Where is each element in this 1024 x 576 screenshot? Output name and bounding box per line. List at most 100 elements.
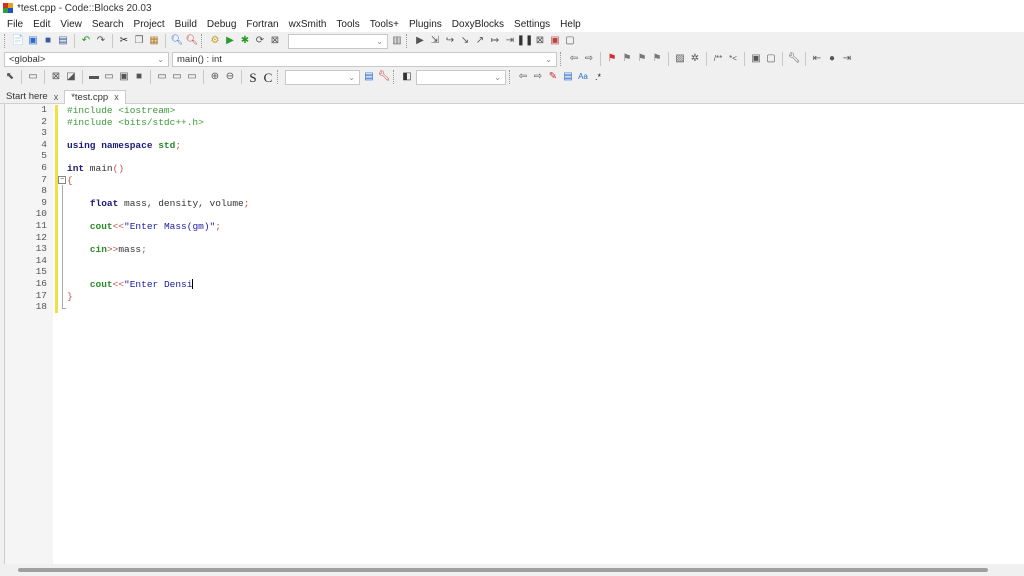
html-help-icon[interactable]: ▢	[765, 53, 777, 65]
toolbar-grip[interactable]	[4, 34, 7, 48]
goto-prev-icon[interactable]: ⇤	[811, 53, 823, 65]
align-bottom-icon[interactable]: ▣	[118, 71, 130, 83]
next-bookmark-icon[interactable]: ⚑	[636, 53, 648, 65]
highlight-icon[interactable]: ✎	[547, 71, 559, 83]
pause-icon[interactable]: ❚❚	[517, 35, 534, 47]
menu-build[interactable]: Build	[170, 19, 202, 30]
menu-view[interactable]: View	[55, 19, 87, 30]
match-case-icon[interactable]: Aa	[577, 71, 589, 83]
border-left-icon[interactable]: ▭	[156, 71, 168, 83]
static-box-icon[interactable]: ◪	[65, 71, 77, 83]
save-icon[interactable]: ■	[42, 35, 54, 47]
redo-icon[interactable]: ↷	[95, 35, 107, 47]
goto-marker-icon[interactable]: ●	[826, 53, 838, 65]
zoom-in-icon[interactable]: ⊕	[209, 71, 221, 83]
regex-icon[interactable]: .*	[592, 71, 604, 83]
copy-icon[interactable]: ❐	[133, 35, 145, 47]
search-files-icon[interactable]: ▤	[363, 71, 375, 83]
panel-icon[interactable]: ▭	[27, 71, 39, 83]
align-middle-icon[interactable]: ▭	[103, 71, 115, 83]
next-instruction-icon[interactable]: ↦	[489, 35, 501, 47]
open-icon[interactable]: ▣	[27, 35, 39, 47]
line-comment-icon[interactable]: *<	[727, 53, 739, 65]
step-instruction-icon[interactable]: ⇥	[504, 35, 516, 47]
new-file-icon[interactable]: 📄	[12, 35, 24, 47]
function-select[interactable]: main() : int ⌄	[172, 51, 557, 67]
zoom-out-icon[interactable]: ⊖	[224, 71, 236, 83]
incremental-search-input[interactable]: ⌄	[416, 69, 506, 85]
step-out-icon[interactable]: ↗	[474, 35, 486, 47]
rebuild-icon[interactable]: ⟳	[254, 35, 266, 47]
close-tab-icon[interactable]: x	[54, 92, 59, 102]
align-top-icon[interactable]: ▬	[88, 71, 100, 83]
jump-forward-icon[interactable]: ⇨	[583, 53, 595, 65]
close-tab-icon[interactable]: x	[114, 92, 119, 102]
search-options-icon[interactable]: 🔧︎	[378, 71, 391, 83]
menu-file[interactable]: File	[2, 19, 28, 30]
code-editor[interactable]: 1 2 3 4 5 6 7 8 9 10 11 12 13 14 15 16 17 18 − #include <…	[4, 104, 1024, 564]
cut-icon[interactable]: ✂	[118, 35, 130, 47]
s-button[interactable]: S	[247, 71, 259, 84]
doxyblocks-extract-icon[interactable]: ▨	[674, 53, 686, 65]
search-next-icon[interactable]: ⇨	[532, 71, 544, 83]
menu-wxsmith[interactable]: wxSmith	[284, 19, 332, 30]
menu-debug[interactable]: Debug	[202, 19, 241, 30]
toggle-bookmark-icon[interactable]: ⚑	[606, 53, 618, 65]
tab-test-cpp[interactable]: *test.cpp x	[64, 89, 126, 104]
border-right-icon[interactable]: ▭	[171, 71, 183, 83]
scope-select[interactable]: <global> ⌄	[4, 51, 169, 67]
menu-help[interactable]: Help	[555, 19, 586, 30]
menu-edit[interactable]: Edit	[28, 19, 55, 30]
search-prev-icon[interactable]: ⇦	[517, 71, 529, 83]
debug-windows-icon[interactable]: ▣	[549, 35, 561, 47]
jump-back-icon[interactable]: ⇦	[568, 53, 580, 65]
menu-tools[interactable]: Tools	[331, 19, 364, 30]
prev-bookmark-icon[interactable]: ⚑	[621, 53, 633, 65]
block-comment-icon[interactable]: /**	[712, 53, 724, 65]
code-line: cout<<"Enter Densi	[67, 279, 249, 291]
c-button[interactable]: C	[262, 71, 274, 84]
doxywizard-icon[interactable]: ▣	[750, 53, 762, 65]
run-icon[interactable]: ▶	[224, 35, 236, 47]
scrollbar-thumb[interactable]	[18, 568, 988, 572]
goto-next-icon[interactable]: ⇥	[841, 53, 853, 65]
search-combo[interactable]: ⌄	[285, 69, 360, 85]
paste-icon[interactable]: ▦	[148, 35, 160, 47]
menu-doxyblocks[interactable]: DoxyBlocks	[447, 19, 509, 30]
abort-icon[interactable]: ⊠	[269, 35, 281, 47]
menu-project[interactable]: Project	[129, 19, 170, 30]
border-all-icon[interactable]: ▭	[186, 71, 198, 83]
menu-search[interactable]: Search	[87, 19, 129, 30]
step-into-icon[interactable]: ↘	[459, 35, 471, 47]
build-gear-icon[interactable]: ⚙	[209, 35, 221, 47]
save-all-icon[interactable]: ▤	[57, 35, 69, 47]
target-options-icon[interactable]: ▥	[391, 35, 403, 47]
horizontal-scrollbar[interactable]	[0, 564, 1024, 576]
box-sizer-icon[interactable]: ⊠	[50, 71, 62, 83]
menu-plugins[interactable]: Plugins	[404, 19, 447, 30]
menu-settings[interactable]: Settings	[509, 19, 555, 30]
stop-debug-icon[interactable]: ⊠	[534, 35, 546, 47]
incremental-search-icon[interactable]: ◧	[401, 71, 413, 83]
pointer-icon[interactable]: ⬉	[4, 71, 16, 83]
preferences-wrench-icon[interactable]: 🔧︎	[788, 53, 801, 65]
selected-text-icon[interactable]: ▤	[562, 71, 574, 83]
tab-start-here[interactable]: Start here x	[0, 90, 64, 104]
find-icon[interactable]: 🔍︎	[171, 35, 184, 47]
menu-fortran[interactable]: Fortran	[241, 19, 283, 30]
menu-tools-plus[interactable]: Tools+	[365, 19, 404, 30]
fold-collapse-icon[interactable]: −	[58, 176, 66, 184]
debug-info-icon[interactable]: ▢	[564, 35, 576, 47]
debug-start-icon[interactable]: ▶	[414, 35, 426, 47]
build-and-run-icon[interactable]: ✱	[239, 35, 251, 47]
doxyblocks-run-icon[interactable]: ✲	[689, 53, 701, 65]
expand-icon[interactable]: ■	[133, 71, 145, 83]
run-to-cursor-icon[interactable]: ⇲	[429, 35, 441, 47]
clear-bookmarks-icon[interactable]: ⚑	[651, 53, 663, 65]
undo-icon[interactable]: ↶	[80, 35, 92, 47]
code-line: cin>>mass;	[67, 244, 249, 256]
build-target-select[interactable]: ⌄	[288, 33, 388, 49]
next-line-icon[interactable]: ↪	[444, 35, 456, 47]
replace-icon[interactable]: 🔍︎	[186, 35, 199, 47]
